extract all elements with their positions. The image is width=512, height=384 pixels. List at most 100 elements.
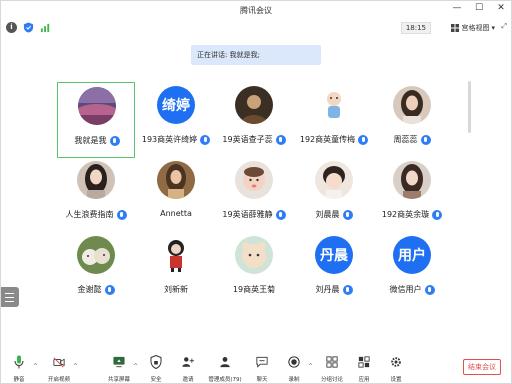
participant-tile[interactable]: 丹晨 刘丹晨 [295, 232, 373, 308]
participant-tile[interactable]: 人生浪费指南 [57, 157, 135, 233]
avatar-initials: 绮婷 [162, 98, 190, 114]
microphone-icon [342, 284, 353, 295]
microphone-icon [200, 134, 211, 145]
participant-name-row: 19英语查子蕊 [215, 134, 293, 145]
participant-name-row: 人生浪费指南 [57, 209, 135, 220]
participant-name-row: 193商英许绮婷 [137, 134, 215, 145]
window-controls: — ☐ ✕ [451, 3, 507, 13]
avatar [315, 86, 353, 124]
meeting-window: 腾讯会议 — ☐ ✕ i 18:15 宫格视图 ▾ ⤢ 正在讲话: 我就是我; … [0, 0, 512, 384]
close-icon[interactable]: ✕ [495, 3, 507, 13]
video-button[interactable]: 开启视频 [41, 353, 77, 383]
avatar [78, 87, 116, 125]
avatar [157, 236, 195, 274]
mute-button[interactable]: 静音 [1, 353, 37, 383]
mute-options-icon[interactable]: ^ [33, 363, 38, 370]
info-icon[interactable]: i [6, 22, 17, 33]
side-panel-handle[interactable] [1, 287, 19, 307]
microphone-icon [424, 284, 435, 295]
participant-tile[interactable]: 19英语查子蕊 [215, 82, 293, 158]
participant-name-row: 微信用户 [373, 284, 451, 295]
add-user-icon [182, 357, 194, 367]
microphone-icon [342, 209, 353, 220]
participant-tile[interactable]: 我就是我 [57, 82, 135, 158]
record-button[interactable]: 录制 [276, 353, 312, 383]
avatar [77, 161, 115, 199]
participant-tile[interactable]: 19商英王菊 [215, 232, 293, 308]
participant-name-row: 192商英童传梅 [295, 134, 373, 145]
record-options-icon[interactable]: ^ [308, 363, 313, 370]
participant-tile[interactable]: 19英语薛雅静 [215, 157, 293, 233]
participant-tile[interactable]: 用户微信用户 [373, 232, 451, 308]
participant-name-row: 刘晨晨 [295, 209, 373, 220]
avatar [235, 86, 273, 124]
record-icon [288, 356, 300, 368]
microphone-icon [358, 134, 369, 145]
avatar-initials: 丹晨 [320, 248, 348, 264]
participant-name: 192商英童传梅 [299, 135, 356, 144]
grid-view-label: 宫格视图 [461, 24, 490, 32]
avatar [77, 236, 115, 274]
share-screen-icon [113, 356, 125, 368]
end-meeting-button[interactable]: 结束会议 [463, 359, 501, 375]
microphone-icon [109, 135, 120, 146]
apps-icon [358, 356, 370, 368]
participant-name: 刘新新 [164, 285, 188, 294]
fullscreen-icon[interactable]: ⤢ [501, 22, 507, 31]
settings-button[interactable]: 设置 [378, 353, 414, 383]
participant-name: 微信用户 [389, 285, 422, 294]
microphone-icon [432, 209, 443, 220]
participant-name-row: 刘丹晨 [295, 284, 373, 295]
avatar [393, 86, 431, 124]
participant-name: 19英语查子蕊 [222, 135, 273, 144]
participant-tile[interactable]: 刘晨晨 [295, 157, 373, 233]
participant-name: 19英语薛雅静 [222, 210, 273, 219]
participant-name: Annetta [160, 209, 192, 218]
participant-tile[interactable]: 金谢懿 [57, 232, 135, 308]
microphone-icon [116, 209, 127, 220]
title-bar: 腾讯会议 — ☐ ✕ [1, 1, 511, 19]
microphone-icon [14, 355, 24, 369]
window-title: 腾讯会议 [240, 5, 272, 15]
participant-name: 193商英许绮婷 [141, 135, 198, 144]
participant-tile[interactable]: 刘新新 [137, 232, 215, 308]
participant-tile[interactable]: 192商英余璇 [373, 157, 451, 233]
meeting-timer: 18:15 [400, 22, 431, 34]
participant-name-row: 周蕊蕊 [373, 134, 451, 145]
microphone-icon [275, 209, 286, 220]
gear-icon [391, 357, 401, 367]
video-label: 开启视频 [47, 377, 70, 383]
participant-name: 19商英王菊 [232, 285, 276, 294]
avatar [157, 161, 195, 199]
video-options-icon[interactable]: ^ [73, 363, 78, 370]
video-off-icon [53, 357, 65, 368]
signal-icon[interactable] [40, 22, 51, 33]
meeting-info-bar: i 18:15 宫格视图 ▾ ⤢ [1, 19, 511, 37]
avatar-initials: 用户 [398, 248, 426, 264]
microphone-icon [420, 134, 431, 145]
avatar [235, 236, 273, 274]
avatar [315, 161, 353, 199]
avatar: 丹晨 [315, 236, 353, 274]
participant-tile[interactable]: 周蕊蕊 [373, 82, 451, 158]
maximize-icon[interactable]: ☐ [473, 3, 485, 13]
grid-view-selector[interactable]: 宫格视图 ▾ [451, 22, 495, 34]
grid-scrollbar[interactable] [468, 81, 471, 133]
grid-icon [451, 24, 460, 32]
settings-label: 设置 [390, 377, 402, 383]
participant-tile[interactable]: Annetta [137, 157, 215, 233]
participant-name-row: 19英语薛雅静 [215, 209, 293, 220]
members-icon [220, 357, 230, 368]
participant-name: 192商英余璇 [381, 210, 430, 219]
participant-tile[interactable]: 192商英童传梅 [295, 82, 373, 158]
participant-name: 金谢懿 [77, 285, 102, 294]
microphone-icon [104, 284, 115, 295]
participant-name-row: 我就是我 [58, 135, 136, 146]
participant-name-row: 金谢懿 [57, 284, 135, 295]
microphone-icon [275, 134, 286, 145]
shield-icon[interactable] [23, 22, 34, 33]
minimize-icon[interactable]: — [451, 3, 463, 13]
participant-name: 周蕊蕊 [393, 135, 418, 144]
shield-icon [150, 355, 162, 369]
participant-tile[interactable]: 绮婷 193商英许绮婷 [137, 82, 215, 158]
